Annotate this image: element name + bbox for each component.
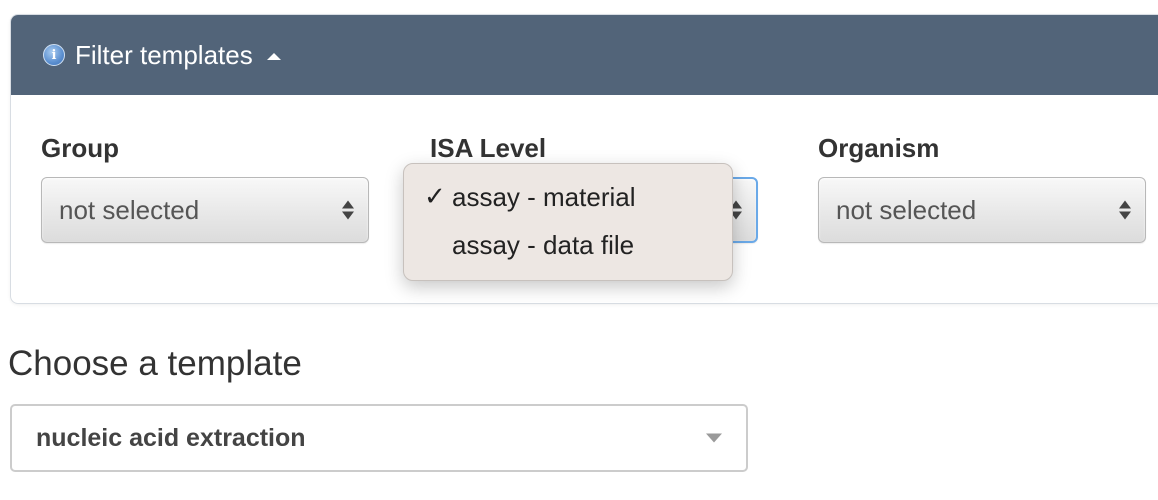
group-select[interactable]: not selected: [41, 177, 369, 243]
filter-templates-title: Filter templates: [75, 39, 253, 70]
isa-level-option-assay-data-file[interactable]: assay - data file: [404, 223, 732, 267]
organism-select[interactable]: not selected: [818, 177, 1146, 243]
info-icon[interactable]: i: [43, 44, 65, 66]
checkmark-icon: ✓: [424, 182, 446, 212]
option-label: assay - material: [452, 181, 636, 212]
caret-up-icon[interactable]: [266, 52, 281, 60]
group-label: Group: [41, 133, 119, 163]
updown-arrows-icon: [1119, 200, 1131, 220]
organism-label: Organism: [818, 133, 940, 163]
choose-template-heading: Choose a template: [8, 344, 302, 383]
isa-level-label: ISA Level: [430, 133, 547, 163]
isa-level-option-assay-material[interactable]: ✓ assay - material: [404, 175, 732, 219]
filter-templates-toggle[interactable]: i Filter templates: [11, 15, 1158, 95]
template-select-value: nucleic acid extraction: [36, 423, 306, 452]
isa-level-dropdown-menu: ✓ assay - material assay - data file: [403, 163, 733, 281]
updown-arrows-icon: [342, 200, 354, 220]
caret-down-icon: [706, 433, 722, 443]
group-select-value: not selected: [59, 194, 200, 225]
organism-select-value: not selected: [836, 194, 977, 225]
option-label: assay - data file: [452, 229, 635, 260]
template-select[interactable]: nucleic acid extraction: [10, 404, 748, 472]
